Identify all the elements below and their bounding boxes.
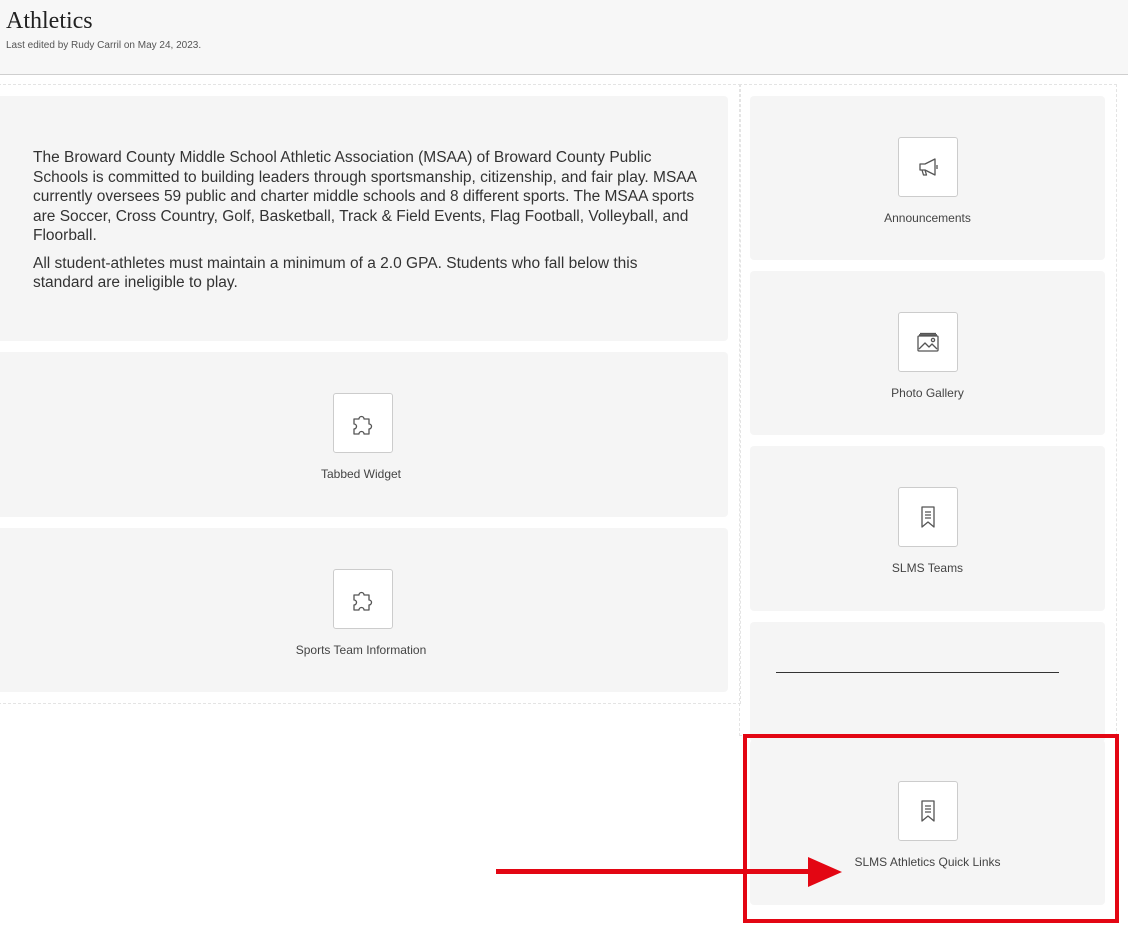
photo-gallery-label: Photo Gallery: [891, 386, 964, 400]
last-edited-info: Last edited by Rudy Carril on May 24, 20…: [6, 40, 202, 51]
page-header: Athletics Last edited by Rudy Carril on …: [0, 0, 1128, 75]
photo-gallery-icon: [917, 332, 939, 352]
annotation-arrow-shaft: [496, 869, 814, 874]
photo-gallery-button[interactable]: [898, 312, 958, 372]
puzzle-icon: [353, 415, 373, 435]
gpa-paragraph: All student-athletes must maintain a min…: [33, 254, 638, 292]
annotation-arrow-head: [808, 857, 842, 887]
announcements-label: Announcements: [884, 211, 971, 225]
intro-paragraph: The Broward County Middle School Athleti…: [33, 149, 697, 244]
announcements-button[interactable]: [898, 137, 958, 197]
slms-teams-button[interactable]: [898, 487, 958, 547]
sports-team-info-button[interactable]: [333, 569, 393, 629]
slms-teams-label: SLMS Teams: [891, 561, 964, 575]
tabbed-widget-card[interactable]: Tabbed Widget: [0, 352, 728, 517]
puzzle-icon: [353, 591, 373, 611]
bookmark-icon: [921, 506, 935, 528]
horizontal-divider: [776, 672, 1059, 673]
highlight-box: [743, 734, 1119, 923]
photo-gallery-card[interactable]: Photo Gallery: [750, 271, 1105, 435]
announcements-card[interactable]: Announcements: [750, 96, 1105, 260]
tabbed-widget-label: Tabbed Widget: [320, 467, 402, 481]
megaphone-icon: [919, 158, 938, 176]
sports-team-info-label: Sports Team Information: [295, 643, 427, 657]
slms-teams-card[interactable]: SLMS Teams: [750, 446, 1105, 611]
divider-card: [750, 622, 1105, 742]
tabbed-widget-button[interactable]: [333, 393, 393, 453]
sports-team-info-card[interactable]: Sports Team Information: [0, 528, 728, 692]
intro-text-card: The Broward County Middle School Athleti…: [0, 96, 728, 341]
page-title: Athletics: [6, 8, 93, 34]
intro-text: The Broward County Middle School Athleti…: [33, 148, 698, 301]
